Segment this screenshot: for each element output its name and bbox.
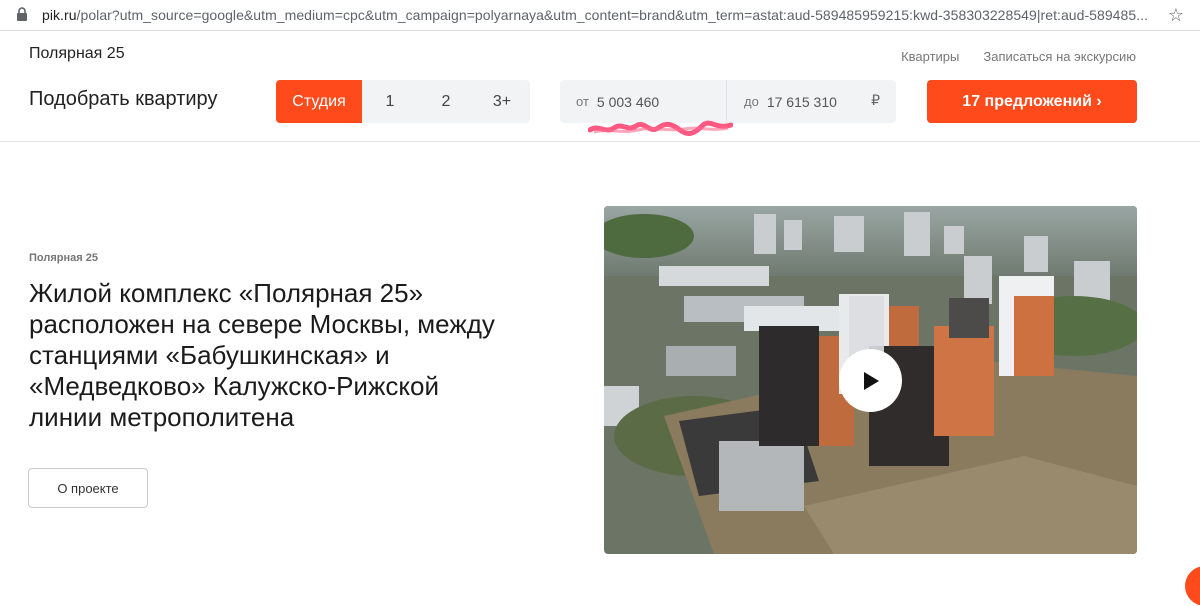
price-range: от 5 003 460 до 17 615 310 ₽ [560,80,896,123]
lock-icon[interactable] [16,7,30,23]
filter-title: Подобрать квартиру [29,88,218,110]
room-option-studio[interactable]: Студия [276,80,362,123]
project-title[interactable]: Полярная 25 [29,45,125,63]
site-header: Полярная 25 Квартиры Записаться на экску… [0,32,1200,80]
price-to-value: 17 615 310 [766,93,837,110]
room-option-1[interactable]: 1 [362,80,418,123]
project-description-heading: Жилой комплекс «Полярная 25» расположен … [29,278,495,432]
price-from-value: 5 003 460 [596,93,660,110]
nav-link-apartments[interactable]: Квартиры [901,49,959,64]
play-icon[interactable] [839,349,902,412]
price-to-field[interactable]: до 17 615 310 ₽ [727,80,896,123]
price-from-field[interactable]: от 5 003 460 [560,80,727,123]
currency-symbol: ₽ [871,92,880,108]
price-to-prefix: до [744,94,759,109]
nav-link-book-tour[interactable]: Записаться на экскурсию [983,49,1136,64]
section-eyebrow: Полярная 25 [29,252,98,264]
room-option-2[interactable]: 2 [418,80,474,123]
room-option-3plus[interactable]: 3+ [474,80,530,123]
url-text[interactable]: pik.ru/polar?utm_source=google&utm_mediu… [42,7,1148,23]
show-offers-button[interactable]: 17 предложений › [927,80,1137,123]
star-icon[interactable]: ☆ [1168,5,1184,25]
room-type-selector: Студия 1 2 3+ [276,80,530,123]
browser-address-bar[interactable]: pik.ru/polar?utm_source=google&utm_mediu… [0,0,1200,31]
chat-widget-button[interactable] [1185,566,1200,606]
red-scribble-mark [588,120,733,136]
project-video[interactable] [604,206,1137,554]
header-nav: Квартиры Записаться на экскурсию [901,49,1136,64]
about-project-button[interactable]: О проекте [28,468,148,508]
price-from-prefix: от [576,94,589,109]
